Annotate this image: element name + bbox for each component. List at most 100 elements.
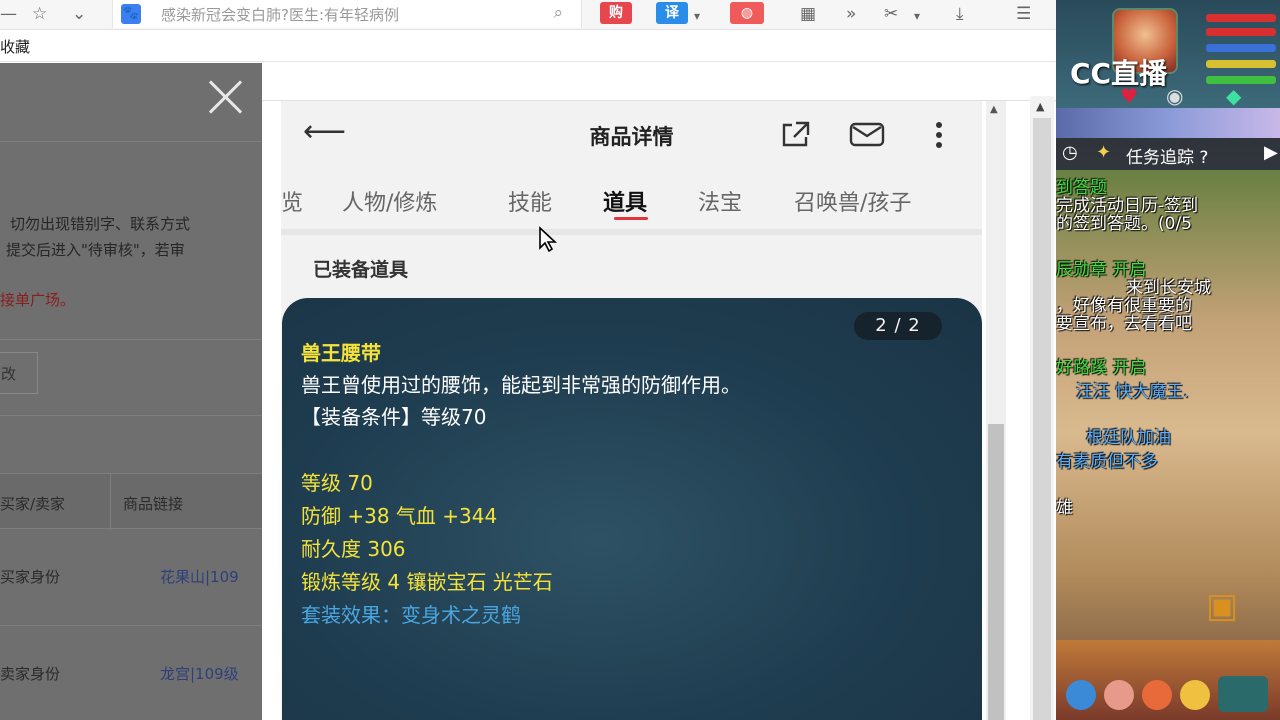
close-icon[interactable] <box>204 75 248 119</box>
mail-icon[interactable] <box>849 119 885 149</box>
skill-button-icon[interactable] <box>1066 680 1096 710</box>
column-divider <box>110 474 111 530</box>
table-cell-role: 买家身份 <box>0 568 61 586</box>
panel-scrollbar-thumb[interactable] <box>988 424 1004 720</box>
star-badge-icon: ✦ <box>1096 142 1112 163</box>
gem-icon: ◆ <box>1226 84 1242 108</box>
chat-line: 有素质但不多 <box>1056 452 1158 472</box>
quest-tracker-label: 任务追踪 ? <box>1126 148 1209 168</box>
tab-skills[interactable]: 技能 <box>508 185 552 217</box>
back-dash-icon[interactable]: — <box>0 4 17 24</box>
edit-button[interactable]: 改 <box>0 352 38 394</box>
skill-button-icon[interactable] <box>1142 680 1172 710</box>
heart-icon: ♥ <box>1120 84 1138 108</box>
share-icon[interactable] <box>778 119 812 149</box>
divider <box>0 625 262 626</box>
chat-line: 汪汪 快大魔王. <box>1076 382 1189 402</box>
divider <box>0 415 262 416</box>
section-title: 已装备道具 <box>313 259 409 281</box>
table-cell-link[interactable]: 花果山|109 <box>160 566 239 587</box>
mouse-cursor-icon <box>539 226 558 252</box>
token-icon: ◉ <box>1166 84 1184 108</box>
search-icon[interactable]: ⌕ <box>553 3 563 23</box>
hp-bar <box>1206 28 1276 36</box>
quest-tracker-bar[interactable]: ◷ ✦ 任务追踪 ? ▶ <box>1056 138 1280 170</box>
chat-line: 好路蹊 开启 <box>1056 358 1147 378</box>
chat-line: 雄 <box>1056 498 1073 518</box>
game-scene <box>1056 108 1280 138</box>
more-extensions-icon[interactable]: » <box>846 4 856 24</box>
item-description: 兽王曾使用过的腰饰，能起到非常强的防御作用。 <box>301 373 741 397</box>
skill-button-icon[interactable] <box>1104 680 1134 710</box>
expand-arrow-icon[interactable]: ▶ <box>1264 142 1278 163</box>
download-icon[interactable]: ⤓ <box>956 4 964 24</box>
bookmark-folder-label[interactable]: 收藏 <box>0 36 30 57</box>
star-icon[interactable]: ☆ <box>32 4 47 24</box>
column-header-buyer-seller: 买家/卖家 <box>0 495 66 513</box>
browser-toolbar: — ☆ ⌄ 🐾 感染新冠会变白肺?医生:有年轻病例 ⌕ 购 译 ▾ ◍ ▦ » … <box>0 0 1056 30</box>
building-icon[interactable] <box>1218 676 1268 712</box>
cc-live-logo: CC直播 <box>1070 57 1168 90</box>
notice-line-2: 提交后进入"待审核"，若审 <box>6 241 185 259</box>
panel-header: ⟵ 商品详情 <box>281 101 982 167</box>
tab-treasures[interactable]: 法宝 <box>698 185 742 217</box>
notice-red-line: 接单广场。 <box>0 291 76 309</box>
divider <box>0 339 262 340</box>
page-indicator-badge: 2 / 2 <box>854 312 942 340</box>
divider <box>281 229 982 235</box>
table-cell-role: 卖家身份 <box>0 665 61 683</box>
item-set-effect: 套装效果：变身术之灵鹤 <box>301 603 521 627</box>
tab-summons[interactable]: 召唤兽/孩子 <box>794 185 911 217</box>
clock-icon: ◷ <box>1062 142 1078 163</box>
chat-line: 辰勋章 开启 <box>1056 260 1147 280</box>
column-header-link: 商品链接 <box>123 495 184 513</box>
emoji-button-icon[interactable] <box>1180 680 1210 710</box>
game-controller-icon[interactable]: ◍ <box>730 2 764 24</box>
chat-line: 要宣布，去看看吧 <box>1056 314 1192 334</box>
game-stream-window: CC直播 ♥ ◉ ◆ ◷ ✦ 任务追踪 ? ▶ 到答题 完成活动日历-签到 的签… <box>1056 0 1280 720</box>
item-stat-level: 等级 70 <box>301 471 373 495</box>
item-stat-defense: 防御 +38 气血 +344 <box>301 504 498 528</box>
scroll-up-arrow-icon[interactable]: ▲ <box>990 104 998 115</box>
hp-bar <box>1206 14 1276 22</box>
chat-line: 的签到答题。(0/5 <box>1056 214 1192 234</box>
page-title: 感染新冠会变白肺?医生:有年轻病例 <box>161 6 400 24</box>
exp-bar <box>1206 76 1276 84</box>
chat-line: ，好像有很重要的 <box>1056 296 1192 316</box>
divider <box>0 141 262 142</box>
bookmarks-bar: 收藏 <box>0 30 1056 62</box>
translate-extension-button[interactable]: 译 <box>656 2 688 24</box>
item-detail-card[interactable]: 2 / 2 兽王腰带 兽王曾使用过的腰饰，能起到非常强的防御作用。 【装备条件】… <box>282 298 982 720</box>
scissors-dropdown-icon[interactable]: ▾ <box>914 6 920 26</box>
tab-overview[interactable]: 览 <box>281 185 303 217</box>
product-detail-panel: ⟵ 商品详情 览 人物/修炼 技能 道具 法宝 召唤兽/孩子 已装备道具 2 /… <box>281 101 982 720</box>
more-vertical-icon[interactable] <box>933 119 945 151</box>
scissors-icon[interactable]: ✂ <box>884 4 898 24</box>
treasure-chest-icon[interactable]: ▣ <box>1206 586 1238 626</box>
chat-line: 根廷队加油 <box>1086 428 1171 448</box>
chat-line: 完成活动日历-签到 <box>1056 196 1199 216</box>
edit-button-label: 改 <box>1 365 17 383</box>
table-header: 买家/卖家 商品链接 <box>0 473 262 530</box>
chat-line: 来到长安城 <box>1126 278 1211 298</box>
chevron-down-icon[interactable]: ⌄ <box>72 4 86 24</box>
address-bar[interactable]: 🐾 感染新冠会变白肺?医生:有年轻病例 ⌕ <box>112 0 582 28</box>
tab-items[interactable]: 道具 <box>603 185 647 217</box>
buy-extension-button[interactable]: 购 <box>600 2 632 24</box>
scroll-up-arrow-icon[interactable]: ▲ <box>1036 100 1044 113</box>
item-requirement: 【装备条件】等级70 <box>301 405 487 429</box>
dimmed-page-overlay: 切勿出现错别字、联系方式 提交后进入"待审核"，若审 接单广场。 改 买家/卖家… <box>0 63 262 720</box>
item-stat-forge: 锻炼等级 4 镶嵌宝石 光芒石 <box>301 570 553 594</box>
menu-icon[interactable]: ☰ <box>1016 4 1031 24</box>
item-stat-durability: 耐久度 306 <box>301 537 406 561</box>
page-scrollbar-thumb[interactable] <box>1033 118 1051 720</box>
baidu-paw-icon: 🐾 <box>121 4 141 24</box>
notice-line-1: 切勿出现错别字、联系方式 <box>10 215 191 233</box>
tab-character[interactable]: 人物/修炼 <box>342 185 437 217</box>
translate-dropdown-icon[interactable]: ▾ <box>694 6 700 26</box>
anger-bar <box>1206 60 1276 68</box>
table-cell-link[interactable]: 龙宫|109级 <box>160 663 239 684</box>
item-name: 兽王腰带 <box>301 341 381 365</box>
apps-grid-icon[interactable]: ▦ <box>800 4 816 24</box>
chat-line: 到答题 <box>1056 178 1107 198</box>
